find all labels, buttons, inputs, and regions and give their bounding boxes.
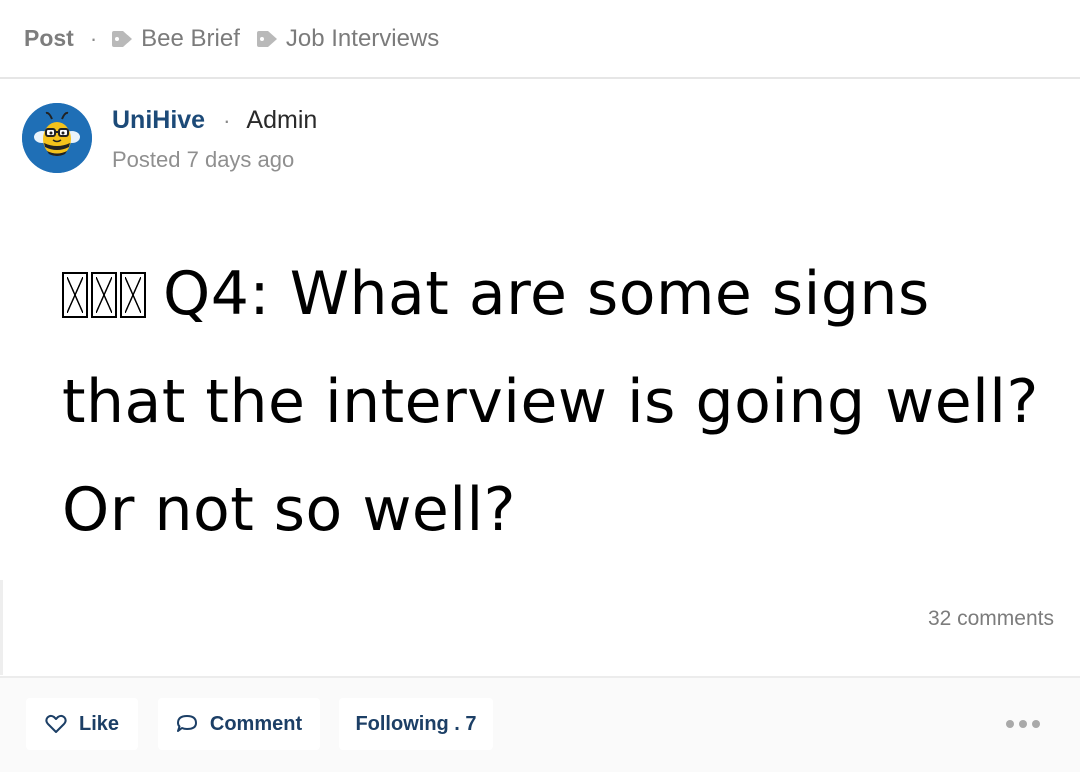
- breadcrumb-separator: ·: [89, 25, 98, 51]
- heart-icon: [45, 714, 67, 733]
- post-title-text: Q4: What are some signs that the intervi…: [62, 259, 1039, 545]
- author-separator: ·: [223, 107, 231, 133]
- speech-bubble-icon: [176, 715, 197, 732]
- like-button[interactable]: Like: [26, 698, 138, 750]
- post-action-bar: Like Comment Following . 7: [0, 676, 1080, 772]
- author-role: Admin: [246, 106, 318, 134]
- author-details: UniHive · Admin Posted 7 days ago: [112, 106, 317, 173]
- following-button[interactable]: Following . 7: [339, 698, 493, 750]
- emoji-placeholder-icon: [62, 259, 149, 329]
- tag-icon: [112, 30, 133, 47]
- tag-bee-brief[interactable]: Bee Brief: [111, 25, 240, 53]
- breadcrumb-post[interactable]: Post: [24, 25, 74, 52]
- tag-job-interviews[interactable]: Job Interviews: [256, 25, 439, 53]
- tag-label: Job Interviews: [285, 24, 440, 52]
- tag-label: Bee Brief: [141, 24, 240, 52]
- like-label: Like: [78, 712, 120, 735]
- divider: [0, 580, 3, 675]
- comments-count[interactable]: 32 comments: [928, 607, 1054, 631]
- post-author: UniHive · Admin Posted 7 days ago: [22, 103, 317, 173]
- tag-icon: [256, 30, 277, 47]
- comment-button[interactable]: Comment: [158, 698, 320, 750]
- bee-mascot-icon: [22, 103, 92, 173]
- post-page: Post · Bee Brief Job Interviews UniHive …: [0, 0, 1080, 772]
- avatar[interactable]: [22, 103, 92, 173]
- following-label: Following . 7: [355, 712, 477, 735]
- more-dot: [1019, 720, 1027, 728]
- author-line: UniHive · Admin: [112, 106, 317, 135]
- more-dot: [1032, 720, 1040, 728]
- more-dot: [1006, 720, 1014, 728]
- more-options-icon[interactable]: [1006, 714, 1040, 734]
- post-title: Q4: What are some signs that the intervi…: [62, 240, 1042, 564]
- post-timestamp: Posted 7 days ago: [112, 147, 295, 172]
- author-name[interactable]: UniHive: [112, 106, 205, 135]
- breadcrumb: Post · Bee Brief Job Interviews: [0, 0, 1080, 79]
- comment-label: Comment: [209, 712, 303, 735]
